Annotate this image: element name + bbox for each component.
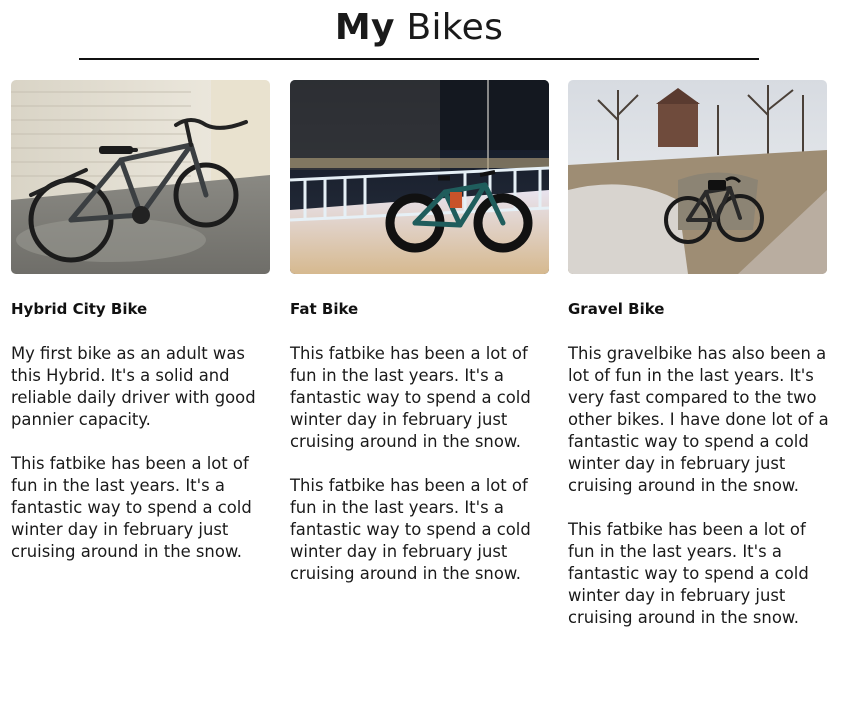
bike-card-fat: Fat Bike This fatbike has been a lot of … bbox=[290, 80, 552, 583]
bike-card-paragraph: This fatbike has been a lot of fun in th… bbox=[290, 344, 531, 451]
bike-card-paragraph: This fatbike has been a lot of fun in th… bbox=[568, 520, 809, 627]
bike-card-title: Fat Bike bbox=[290, 300, 359, 318]
bike-card-hybrid: Hybrid City Bike My first bike as an adu… bbox=[11, 80, 273, 561]
bike-card-description: My first bike as an adult was this Hybri… bbox=[11, 343, 273, 585]
bike-card-description: This fatbike has been a lot of fun in th… bbox=[290, 343, 552, 607]
page-title: My Bikes bbox=[79, 0, 759, 50]
fat-bike-photo bbox=[290, 80, 549, 274]
bike-card-paragraph: This fatbike has been a lot of fun in th… bbox=[11, 454, 252, 561]
fat-bike-image bbox=[290, 80, 549, 274]
bike-card-title: Gravel Bike bbox=[568, 300, 665, 318]
hybrid-bike-image bbox=[11, 80, 270, 274]
hybrid-bike-photo bbox=[11, 80, 270, 274]
bike-card-paragraph: This gravelbike has also been a lot of f… bbox=[568, 344, 829, 495]
bike-card-title: Hybrid City Bike bbox=[11, 300, 148, 318]
bike-card-description: This gravelbike has also been a lot of f… bbox=[568, 343, 830, 651]
gravel-bike-photo bbox=[568, 80, 827, 274]
page-header: My Bikes bbox=[79, 0, 759, 60]
page-title-second: Bikes bbox=[406, 7, 504, 48]
page-title-first: My bbox=[334, 7, 395, 48]
bike-card-gravel: Gravel Bike This gravelbike has also bee… bbox=[568, 80, 830, 627]
bike-card-paragraph: My first bike as an adult was this Hybri… bbox=[11, 344, 256, 429]
gravel-bike-image bbox=[568, 80, 827, 274]
bike-card-paragraph: This fatbike has been a lot of fun in th… bbox=[290, 476, 531, 583]
